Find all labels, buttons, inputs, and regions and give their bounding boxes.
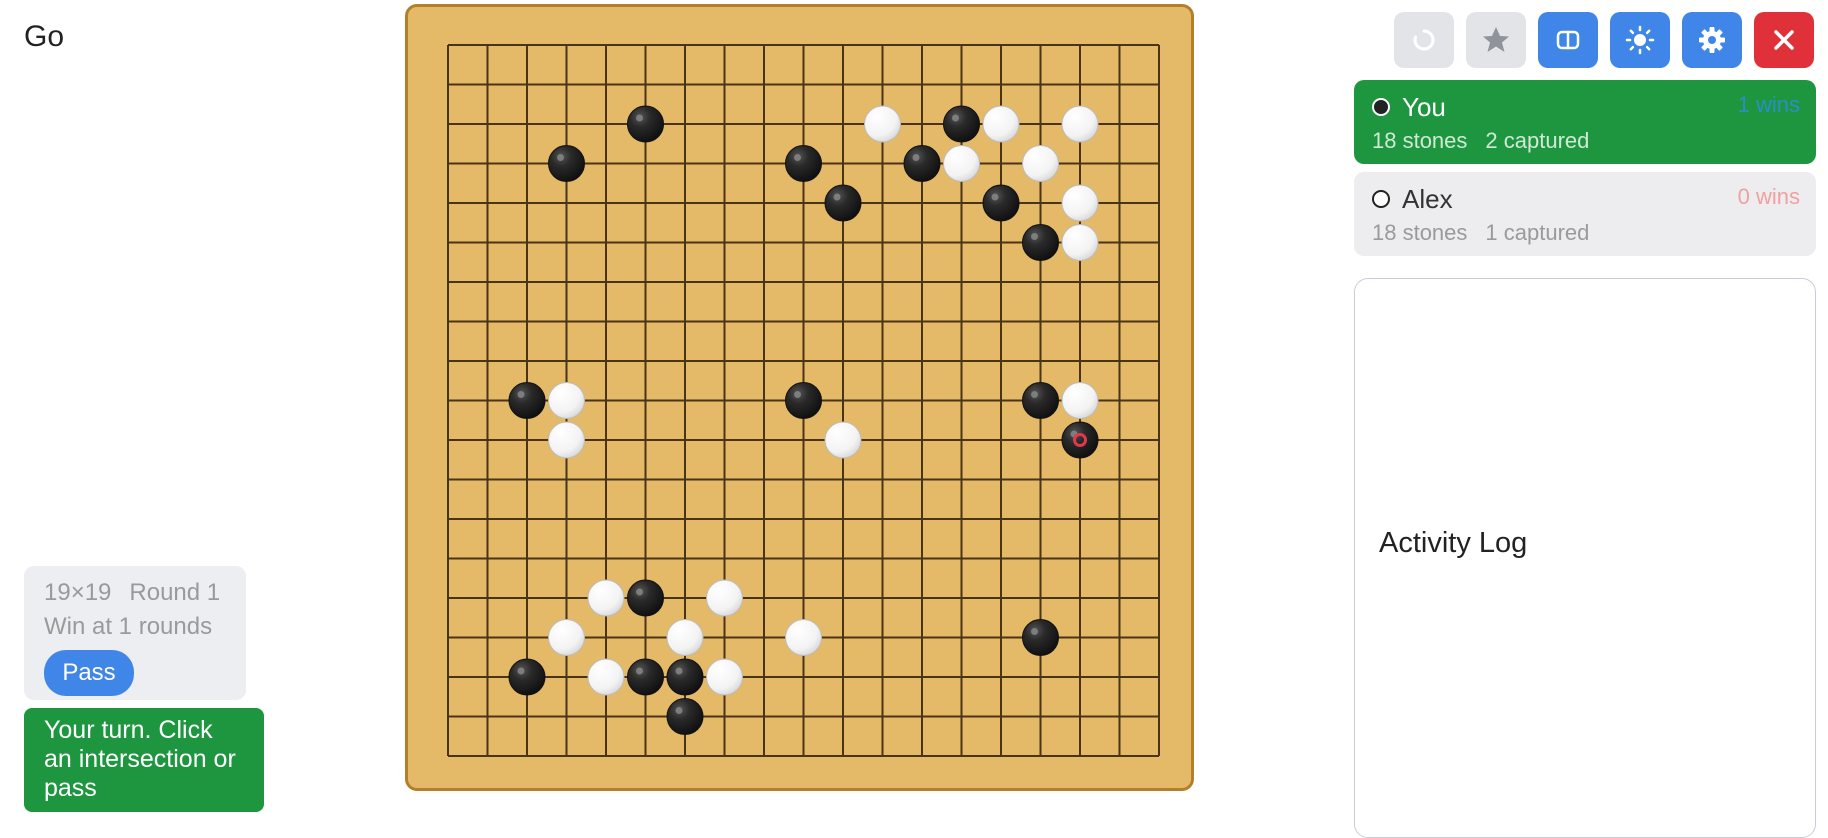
pass-button[interactable]: Pass [44, 650, 134, 696]
board-grid[interactable] [408, 7, 1191, 788]
black-stone [627, 105, 664, 143]
white-stone [1061, 184, 1099, 222]
undo-icon [1413, 29, 1435, 51]
close-icon [1774, 30, 1794, 50]
toolbar [1394, 12, 1814, 68]
black-stone [824, 184, 862, 222]
win-condition: Win at 1 rounds [44, 613, 213, 640]
undo-button[interactable] [1394, 12, 1454, 68]
go-board[interactable] [405, 4, 1194, 791]
white-stone [943, 145, 980, 182]
black-stone [627, 579, 664, 617]
white-stone [1061, 224, 1099, 261]
captured-count: 2 captured [1485, 128, 1590, 153]
game-info-panel: 19×19 Round 1 Win at 1 rounds Pass [24, 566, 246, 700]
black-stone [1022, 619, 1059, 656]
layout-icon [1556, 30, 1580, 50]
close-button[interactable] [1754, 12, 1814, 68]
captured-count: 1 captured [1485, 220, 1590, 245]
theme-button[interactable] [1610, 12, 1670, 68]
stone-highlight [557, 154, 564, 161]
black-stone [508, 382, 546, 419]
white-stone [864, 105, 901, 143]
settings-button[interactable] [1682, 12, 1742, 68]
stone-highlight [991, 193, 999, 201]
player-card-alex: Alex 18 stones 1 captured 0 wins [1354, 172, 1816, 256]
white-stone [587, 579, 625, 617]
stone-highlight [952, 114, 959, 122]
stone-highlight [833, 193, 841, 201]
black-stone [627, 658, 664, 696]
black-stone [982, 184, 1020, 222]
win-count: 1 wins [1737, 92, 1800, 117]
round-label: Round 1 [129, 579, 221, 606]
black-stone [1061, 421, 1099, 459]
layout-button[interactable] [1538, 12, 1598, 68]
stone-highlight [636, 588, 643, 596]
black-stone [785, 145, 822, 182]
black-stone [548, 145, 585, 182]
stone-highlight [636, 667, 643, 675]
stone-highlight [1031, 628, 1038, 635]
stone-highlight [636, 114, 643, 122]
black-stone [903, 145, 941, 182]
black-stone [508, 658, 546, 696]
stone-highlight [794, 391, 801, 398]
stone-highlight [1031, 391, 1038, 398]
white-stone [548, 421, 585, 459]
activity-log-panel[interactable]: Activity Log [1354, 278, 1816, 838]
black-stone [1022, 224, 1059, 261]
stone-highlight [912, 154, 920, 161]
activity-log-title: Activity Log [1379, 527, 1528, 559]
player-name: Alex [1402, 183, 1453, 214]
white-stone [548, 382, 585, 419]
app-title: Go [24, 20, 65, 53]
stone-count: 18 stones [1372, 128, 1468, 153]
white-stone [706, 579, 743, 617]
player-name: You [1402, 91, 1446, 122]
sun-icon [1625, 25, 1655, 55]
star-icon [1483, 27, 1509, 52]
white-stone [982, 105, 1020, 143]
win-count: 0 wins [1737, 184, 1800, 209]
black-stone-icon [1372, 98, 1390, 116]
black-stone [1022, 382, 1059, 419]
white-stone [587, 658, 625, 696]
stone-highlight [675, 707, 683, 714]
stone-highlight [794, 154, 801, 161]
white-stone [548, 619, 585, 656]
stone-highlight [675, 667, 683, 675]
white-stone [666, 619, 704, 656]
white-stone [706, 658, 743, 696]
white-stone [1061, 105, 1099, 143]
stone-count: 18 stones [1372, 220, 1468, 245]
stone-highlight [517, 391, 525, 398]
board-size: 19×19 [44, 579, 112, 606]
white-stone [824, 421, 862, 459]
gear-icon [1699, 27, 1725, 53]
black-stone [666, 658, 704, 696]
white-stone-icon [1372, 190, 1390, 208]
turn-status: Your turn. Click an intersection or pass [24, 708, 264, 812]
white-stone [785, 619, 822, 656]
stone-highlight [1031, 233, 1038, 240]
stone-highlight [517, 667, 525, 675]
white-stone [1061, 382, 1099, 419]
black-stone [943, 105, 980, 143]
player-card-you: You 18 stones 2 captured 1 wins [1354, 80, 1816, 164]
white-stone [1022, 145, 1059, 182]
black-stone [785, 382, 822, 419]
black-stone [666, 698, 704, 735]
favorite-button[interactable] [1466, 12, 1526, 68]
